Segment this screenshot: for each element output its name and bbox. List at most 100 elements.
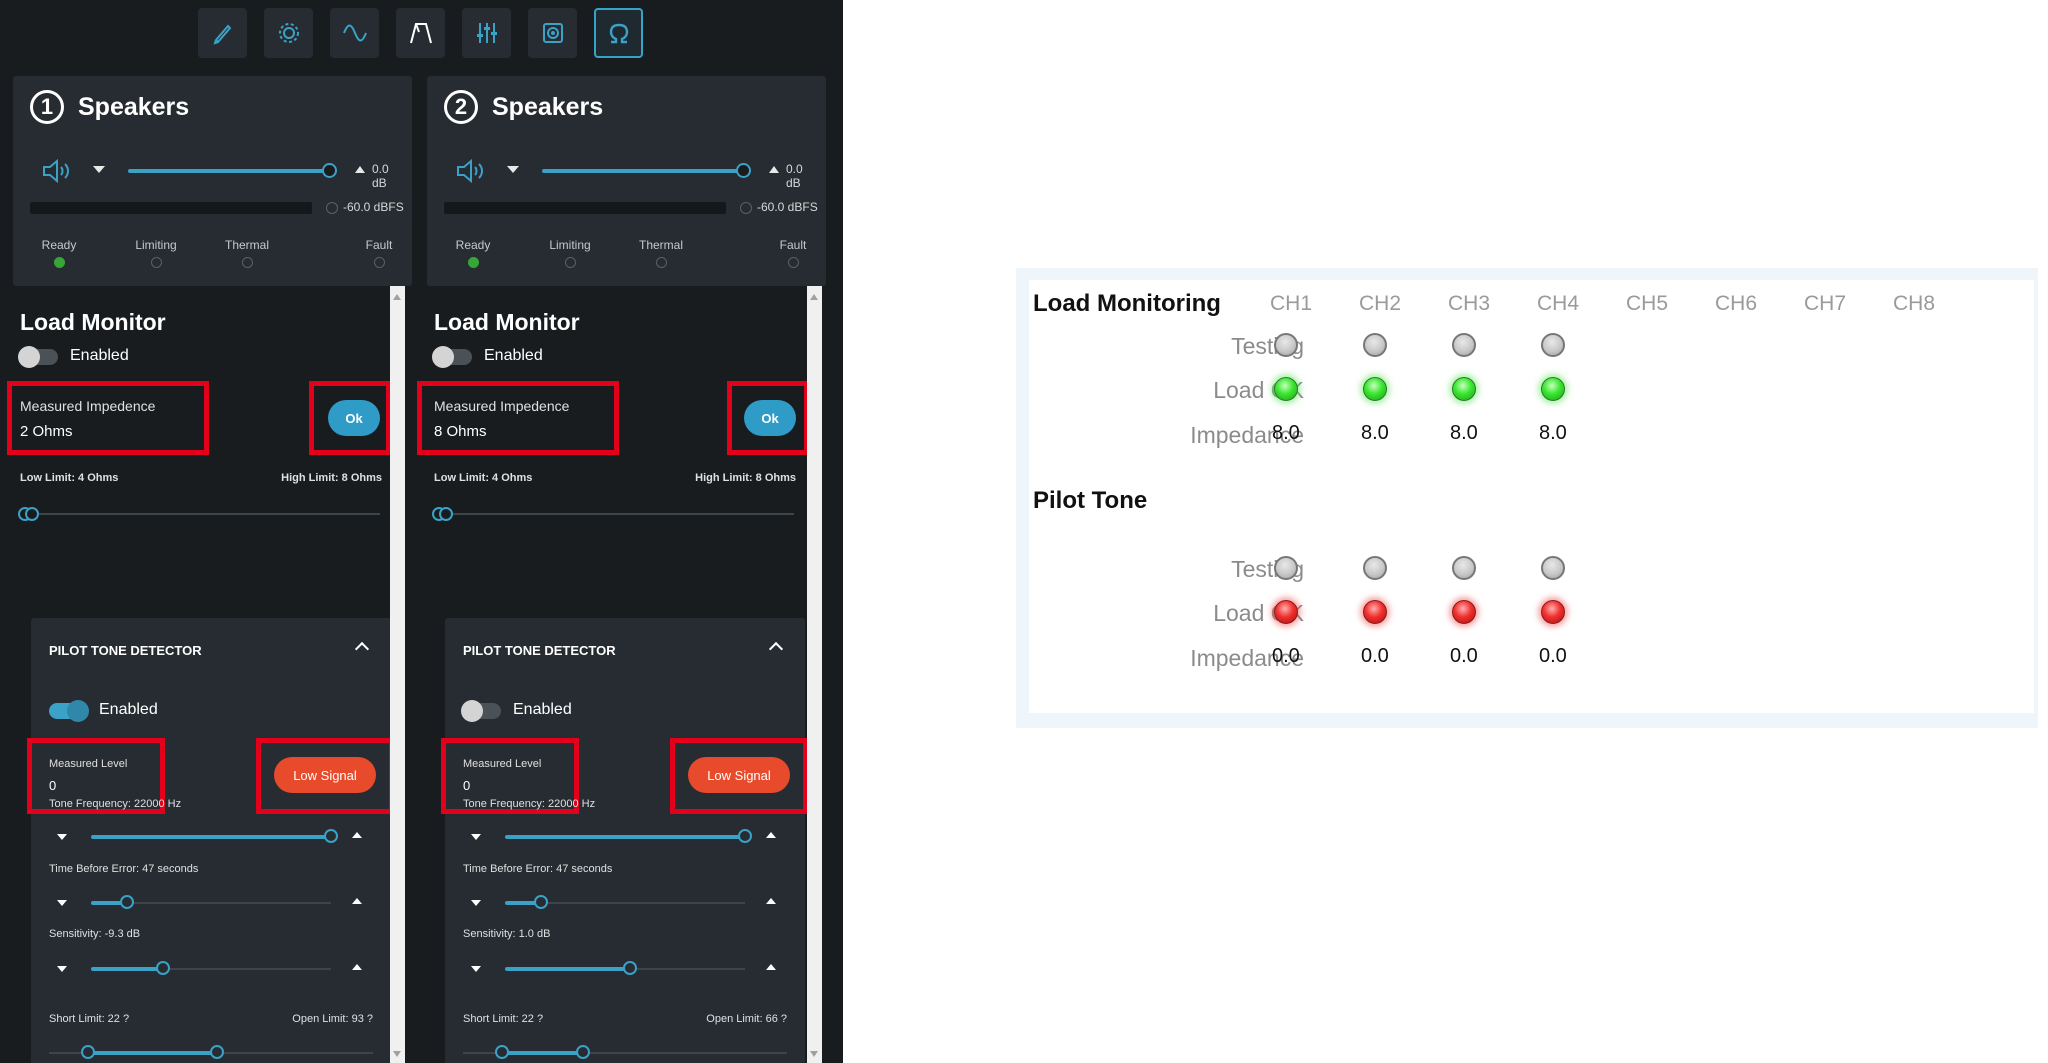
mixer-tool-button[interactable] — [462, 8, 511, 58]
time-before-error-label: Time Before Error: 47 seconds — [463, 863, 613, 875]
impedance-value: 8.0 — [1539, 422, 1567, 444]
load-monitor-toggle[interactable] — [18, 346, 58, 368]
increase-icon[interactable] — [766, 832, 776, 838]
increase-icon[interactable] — [352, 898, 362, 904]
testing-indicator-led — [1541, 556, 1565, 580]
open-limit-thumb[interactable] — [210, 1045, 225, 1059]
sensitivity-thumb[interactable] — [622, 961, 637, 975]
level-meter — [30, 202, 312, 214]
impedance-status-button[interactable]: Ok — [744, 400, 796, 436]
scroll-down-icon[interactable] — [393, 1051, 401, 1057]
status-led — [53, 257, 65, 268]
time-before-error-thumb[interactable] — [534, 895, 548, 909]
level-meter — [444, 202, 726, 214]
decrease-icon[interactable] — [57, 966, 67, 972]
high-limit-label: High Limit: 8 Ohms — [281, 472, 382, 484]
mixer-icon — [476, 23, 497, 43]
speaker-tool-button[interactable] — [528, 8, 577, 58]
chevron-down-icon[interactable] — [93, 166, 105, 173]
load-monitor-toggle[interactable] — [432, 346, 472, 368]
status-led — [373, 257, 385, 268]
volume-icon[interactable] — [456, 158, 488, 184]
impedance-range-track[interactable] — [434, 513, 794, 515]
volume-slider-thumb[interactable] — [736, 163, 751, 178]
volume-slider-track[interactable] — [128, 169, 328, 173]
volume-slider-track[interactable] — [542, 169, 742, 173]
short-limit-thumb[interactable] — [80, 1045, 95, 1059]
settings-tool-button[interactable] — [264, 8, 313, 58]
chevron-down-icon[interactable] — [507, 166, 519, 173]
time-before-error-thumb[interactable] — [120, 895, 134, 909]
open-limit-thumb[interactable] — [575, 1045, 590, 1059]
channel-column-header: CH2 — [1359, 292, 1402, 315]
channel-header: 1 Speakers 0.0 dB -60.0 dBFS Ready Limit… — [13, 76, 412, 286]
pilot-tone-status-button[interactable]: Low Signal — [274, 757, 376, 793]
toggle-knob — [18, 346, 40, 368]
measured-level-value: 0 — [463, 778, 471, 793]
status-led — [241, 257, 253, 268]
pilot-tone-detector-panel: PILOT TONE DETECTOR Enabled Measured Lev… — [27, 618, 394, 1063]
channel-column-header: CH7 — [1804, 292, 1847, 315]
impedance-value: 8.0 — [1361, 422, 1389, 444]
speaker-icon — [542, 23, 563, 43]
impedance-high-thumb[interactable] — [25, 507, 39, 521]
status-limiting: Limiting — [530, 238, 610, 268]
tone-frequency-thumb[interactable] — [738, 829, 752, 843]
decrease-icon[interactable] — [471, 966, 481, 972]
impedance-status-button[interactable]: Ok — [328, 400, 380, 436]
pilot-tone-detector-panel: PILOT TONE DETECTOR Enabled Measured Lev… — [441, 618, 808, 1063]
decrease-icon[interactable] — [57, 900, 67, 906]
scroll-down-icon[interactable] — [810, 1051, 818, 1057]
pilot-tone-toggle[interactable] — [461, 700, 501, 722]
volume-icon[interactable] — [42, 158, 74, 184]
scroll-up-icon[interactable] — [810, 294, 818, 300]
increase-icon[interactable] — [766, 964, 776, 970]
pilot-tone-title: Pilot Tone — [1033, 487, 1148, 514]
pilot-tone-status-button[interactable]: Low Signal — [688, 757, 790, 793]
increase-icon[interactable] — [352, 964, 362, 970]
sensitivity-fill — [91, 967, 163, 971]
pilot-tone-title: PILOT TONE DETECTOR — [463, 643, 616, 658]
measured-level-label: Measured Level — [49, 758, 128, 770]
status-label: Ready — [455, 238, 491, 252]
measured-impedance-value: 2 Ohms — [20, 423, 73, 440]
volume-slider-thumb[interactable] — [322, 163, 337, 178]
load-monitoring-title: Load Monitoring — [1033, 290, 1221, 317]
decrease-icon[interactable] — [471, 834, 481, 840]
short-limit-thumb[interactable] — [494, 1045, 509, 1059]
tone-frequency-thumb[interactable] — [324, 829, 338, 843]
gain-up-icon[interactable] — [769, 166, 779, 173]
impedance-value: 0.0 — [1272, 645, 1300, 667]
filter-tool-button[interactable] — [396, 8, 445, 58]
edit-tool-button[interactable] — [198, 8, 247, 58]
impedance-tool-button[interactable] — [594, 8, 643, 58]
load-ok-indicator-led — [1541, 600, 1565, 624]
gain-value: 0.0 dB — [786, 162, 803, 190]
sensitivity-thumb[interactable] — [156, 961, 170, 975]
channel-header: 2 Speakers 0.0 dB -60.0 dBFS Ready Limit… — [427, 76, 826, 286]
load-monitor-enabled-label: Enabled — [70, 347, 129, 364]
status-led — [564, 257, 576, 268]
scrollbar[interactable] — [807, 286, 822, 1063]
chevron-up-icon[interactable] — [354, 641, 370, 657]
increase-icon[interactable] — [766, 898, 776, 904]
sensitivity-label: Sensitivity: -9.3 dB — [49, 928, 141, 940]
impedance-range-track[interactable] — [20, 513, 380, 515]
sensitivity-fill — [505, 967, 630, 971]
decrease-icon[interactable] — [57, 834, 67, 840]
scroll-up-icon[interactable] — [393, 294, 401, 300]
settings-icon — [278, 23, 299, 43]
testing-indicator-led — [1363, 333, 1387, 357]
scrollbar[interactable] — [390, 286, 405, 1063]
decrease-icon[interactable] — [471, 900, 481, 906]
pilot-tone-toggle[interactable] — [49, 700, 89, 722]
gain-up-icon[interactable] — [355, 166, 365, 173]
channel-body: Load Monitor Enabled Measured Impedence … — [7, 286, 412, 1063]
volume-row: 0.0 dB — [444, 156, 814, 190]
impedance-high-thumb[interactable] — [439, 507, 453, 521]
chevron-up-icon[interactable] — [768, 641, 784, 657]
channel-number-badge: 2 — [444, 90, 478, 124]
waveform-tool-button[interactable] — [330, 8, 379, 58]
increase-icon[interactable] — [352, 832, 362, 838]
load-monitoring-panel: Load Monitoring Pilot Tone CH1 CH2 CH3 CH4 C… — [1029, 280, 2034, 713]
